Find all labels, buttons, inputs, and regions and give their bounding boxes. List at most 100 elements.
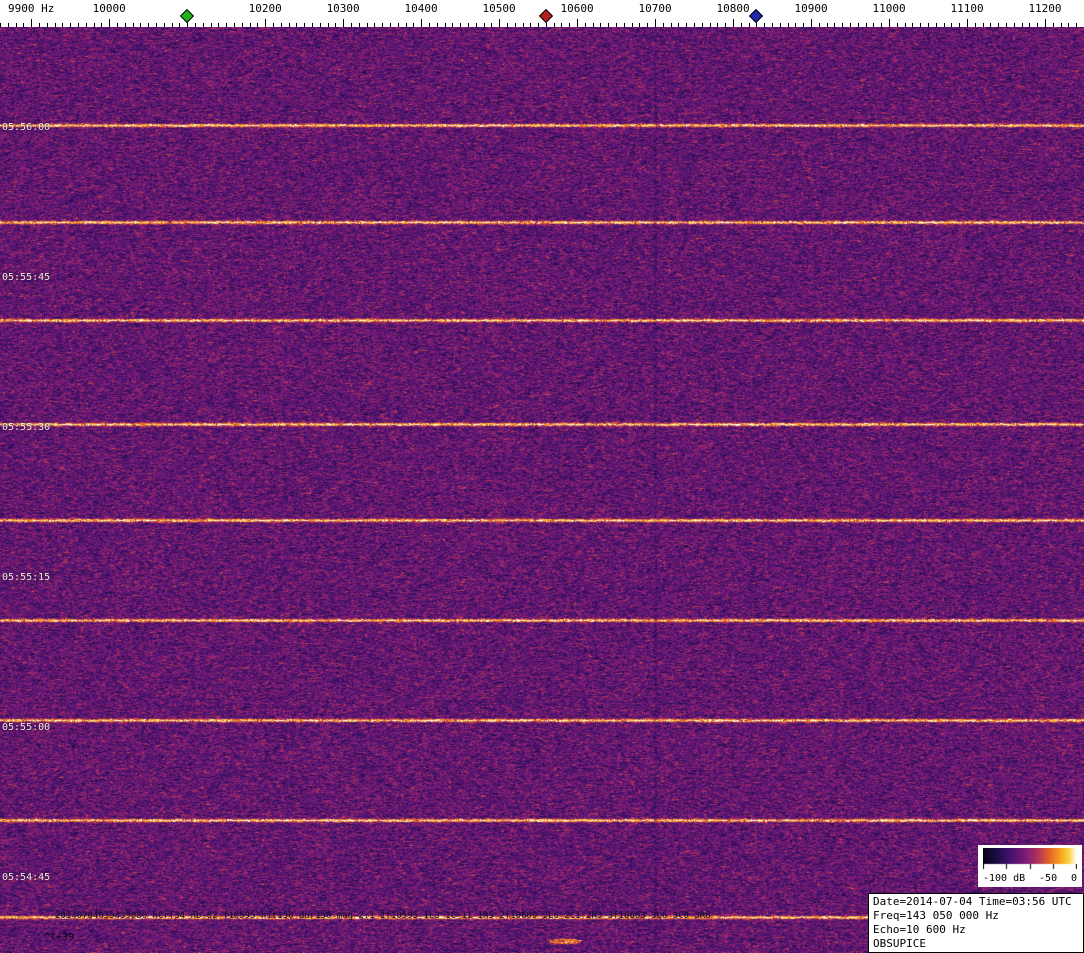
- ruler-tick: [741, 23, 742, 27]
- ruler-tick: [912, 23, 913, 27]
- ruler-tick: [1053, 23, 1054, 27]
- info-station: OBSUPICE: [873, 937, 926, 950]
- ruler-tick: [561, 23, 562, 27]
- ruler-tick: [8, 23, 9, 27]
- time-tick-label: 05:55:15: [2, 572, 51, 583]
- ruler-tick: [429, 23, 430, 27]
- ruler-tick: [881, 23, 882, 27]
- spectrogram-waterfall: 05:56:00 05:55:45 05:55:30 05:55:15 05:55:00…: [0, 27, 1084, 953]
- ruler-tick: [772, 23, 773, 27]
- ruler-tick: [507, 23, 508, 27]
- ruler-tick: [819, 23, 820, 27]
- freq-tick-label: 9900 Hz: [8, 2, 55, 15]
- green-diamond-marker-icon[interactable]: [180, 8, 195, 24]
- ruler-tick: [569, 23, 570, 27]
- freq-tick-label: 10700: [638, 2, 672, 15]
- ruler-tick: [616, 23, 617, 27]
- time-tick-label: 05:54:45: [2, 872, 51, 883]
- ruler-tick: [413, 23, 414, 27]
- ruler-tick: [234, 23, 235, 27]
- ruler-tick: [296, 23, 297, 27]
- time-tick-label: 05:56:00: [2, 122, 51, 133]
- ruler-tick: [686, 23, 687, 27]
- ruler-tick: [873, 23, 874, 27]
- ruler-tick: [148, 23, 149, 27]
- ruler-tick: [359, 23, 360, 27]
- ruler-tick: [756, 23, 757, 27]
- ruler-tick: [117, 23, 118, 27]
- ruler-tick: [47, 23, 48, 27]
- info-frequency: Freq=143 050 000 Hz: [873, 909, 999, 922]
- info-echo: Echo=10 600 Hz: [873, 923, 966, 936]
- ruler-tick: [515, 23, 516, 27]
- ruler-tick: [577, 19, 578, 27]
- ruler-tick: [944, 23, 945, 27]
- ruler-tick: [257, 23, 258, 27]
- ruler-tick: [460, 23, 461, 27]
- ruler-tick: [390, 23, 391, 27]
- ruler-tick: [702, 23, 703, 27]
- ruler-tick: [78, 23, 79, 27]
- ruler-tick: [406, 23, 407, 27]
- ruler-tick: [312, 23, 313, 27]
- ruler-tick: [351, 23, 352, 27]
- blue-diamond-marker-icon[interactable]: [749, 8, 764, 24]
- ruler-tick: [858, 23, 859, 27]
- trigger-note-text: ^t+39: [44, 932, 75, 943]
- ruler-tick: [0, 23, 1, 27]
- ruler-tick: [788, 23, 789, 27]
- ruler-tick: [1014, 23, 1015, 27]
- ruler-tick: [889, 19, 890, 27]
- colorbar-panel: -100 dB -50 0: [978, 845, 1082, 887]
- colorbar-label-mid: -50: [1039, 873, 1058, 884]
- colorbar-gradient: [983, 848, 1077, 870]
- ruler-tick: [632, 23, 633, 27]
- ruler-tick: [827, 23, 828, 27]
- ruler-tick: [484, 23, 485, 27]
- ruler-tick: [281, 23, 282, 27]
- info-box: Date=2014-07-04 Time=03:56 UTC Freq=143 …: [868, 893, 1084, 953]
- ruler-tick: [523, 23, 524, 27]
- ruler-tick: [468, 23, 469, 27]
- red-diamond-marker-icon[interactable]: [538, 8, 553, 24]
- ruler-tick: [811, 19, 812, 27]
- colorbar-label-min: -100 dB: [983, 873, 1026, 884]
- ruler-tick: [86, 23, 87, 27]
- freq-tick-label: 11200: [1028, 2, 1062, 15]
- ruler-tick: [23, 23, 24, 27]
- freq-tick-label: 10600: [560, 2, 594, 15]
- ruler-tick: [218, 23, 219, 27]
- ruler-tick: [967, 19, 968, 27]
- meteor-spectrogram-app: 9900 Hz 10000 10200 10300 10400 10500 10600 107…: [0, 0, 1084, 953]
- ruler-tick: [265, 19, 266, 27]
- ruler-tick: [905, 23, 906, 27]
- ruler-tick: [499, 19, 500, 27]
- ruler-tick: [990, 23, 991, 27]
- ruler-tick: [780, 23, 781, 27]
- colorbar-label-max: 0: [1070, 873, 1077, 884]
- ruler-tick: [55, 23, 56, 27]
- ruler-tick: [725, 23, 726, 27]
- ruler-tick: [250, 23, 251, 27]
- ruler-tick: [491, 23, 492, 27]
- detection-log-text: 20140704035439080 hCrf34 nb-82 f10595 hi…: [55, 911, 711, 921]
- ruler-tick: [133, 23, 134, 27]
- ruler-tick: [546, 23, 547, 27]
- freq-tick-label: 10400: [404, 2, 438, 15]
- ruler-tick: [211, 23, 212, 27]
- freq-tick-label: 10800: [716, 2, 750, 15]
- ruler-tick: [1045, 19, 1046, 27]
- ruler-tick: [398, 23, 399, 27]
- ruler-tick: [655, 19, 656, 27]
- ruler-tick: [101, 23, 102, 27]
- ruler-tick: [273, 23, 274, 27]
- freq-tick-label: 11000: [872, 2, 906, 15]
- ruler-tick: [593, 23, 594, 27]
- ruler-tick: [452, 23, 453, 27]
- ruler-tick: [156, 23, 157, 27]
- ruler-tick: [437, 23, 438, 27]
- ruler-tick: [335, 23, 336, 27]
- ruler-tick: [70, 23, 71, 27]
- ruler-tick: [733, 19, 734, 27]
- ruler-tick: [920, 23, 921, 27]
